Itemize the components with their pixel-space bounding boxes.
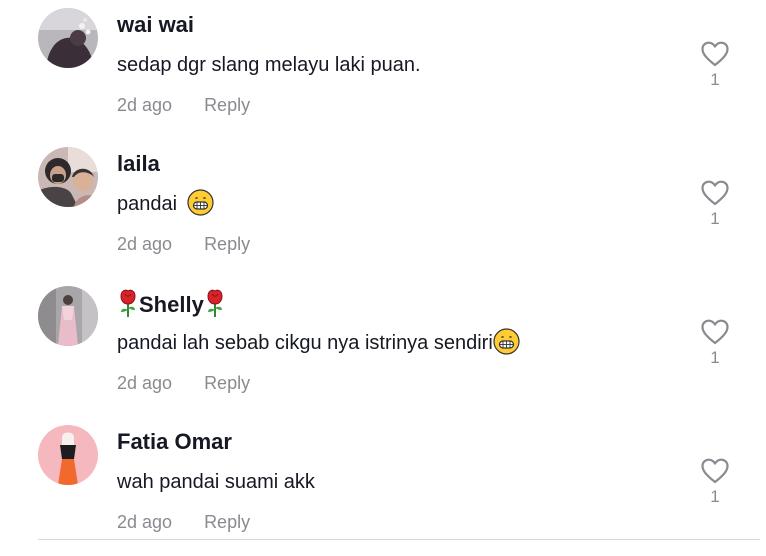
- heart-outline-icon: [701, 319, 729, 345]
- comment-text-content: pandai lah sebab cikgu nya istrinya send…: [117, 332, 493, 354]
- comment-text: wah pandai suami akk: [117, 471, 315, 493]
- avatar-image: [38, 8, 98, 68]
- comment-item: laila pandai 2d ago Reply 1: [0, 139, 766, 278]
- comment-text: pandai: [117, 189, 214, 219]
- username-text: Shelly: [139, 292, 204, 317]
- username[interactable]: wai wai: [117, 10, 194, 40]
- timestamp: 2d ago: [117, 373, 173, 393]
- like-count: 1: [710, 70, 720, 89]
- username[interactable]: Shelly: [117, 288, 226, 320]
- avatar-image: [38, 147, 98, 207]
- avatar[interactable]: [38, 286, 98, 346]
- heart-outline-icon: [701, 180, 729, 206]
- comment-item: Shelly pandai lah sebab cikgu nya istrin…: [0, 278, 766, 417]
- comment-text: pandai lah sebab cikgu nya istrinya send…: [117, 328, 520, 358]
- timestamp: 2d ago: [117, 234, 173, 254]
- avatar-image: [38, 286, 98, 346]
- comment-item: Fatia Omar wah pandai suami akk 2d ago Re…: [0, 417, 766, 556]
- grinning-face-emoji: [187, 189, 214, 216]
- divider: [38, 539, 760, 540]
- reply-button[interactable]: Reply: [204, 95, 250, 115]
- heart-outline-icon: [701, 458, 729, 484]
- rose-emoji: [117, 288, 139, 318]
- like-button[interactable]: 1: [697, 179, 733, 229]
- comment-meta: 2d ago Reply: [117, 371, 250, 395]
- timestamp: 2d ago: [117, 95, 173, 115]
- comment-item: wai wai sedap dgr slang melayu laki puan…: [0, 0, 766, 139]
- reply-button[interactable]: Reply: [204, 512, 250, 532]
- like-count: 1: [710, 209, 720, 228]
- like-button[interactable]: 1: [697, 318, 733, 368]
- like-count: 1: [710, 348, 720, 367]
- comment-meta: 2d ago Reply: [117, 93, 250, 117]
- grinning-face-emoji: [493, 328, 520, 355]
- reply-button[interactable]: Reply: [204, 373, 250, 393]
- heart-outline-icon: [701, 41, 729, 67]
- like-button[interactable]: 1: [697, 40, 733, 90]
- avatar-image: [38, 425, 98, 485]
- rose-emoji: [204, 288, 226, 318]
- reply-button[interactable]: Reply: [204, 234, 250, 254]
- like-button[interactable]: 1: [697, 457, 733, 507]
- avatar[interactable]: [38, 425, 98, 485]
- like-count: 1: [710, 487, 720, 506]
- avatar[interactable]: [38, 147, 98, 207]
- comment-text: sedap dgr slang melayu laki puan.: [117, 54, 421, 76]
- username[interactable]: Fatia Omar: [117, 427, 232, 457]
- timestamp: 2d ago: [117, 512, 173, 532]
- comment-meta: 2d ago Reply: [117, 232, 250, 256]
- username[interactable]: laila: [117, 149, 160, 179]
- comment-meta: 2d ago Reply: [117, 510, 250, 534]
- avatar[interactable]: [38, 8, 98, 68]
- comment-text-content: pandai: [117, 193, 183, 215]
